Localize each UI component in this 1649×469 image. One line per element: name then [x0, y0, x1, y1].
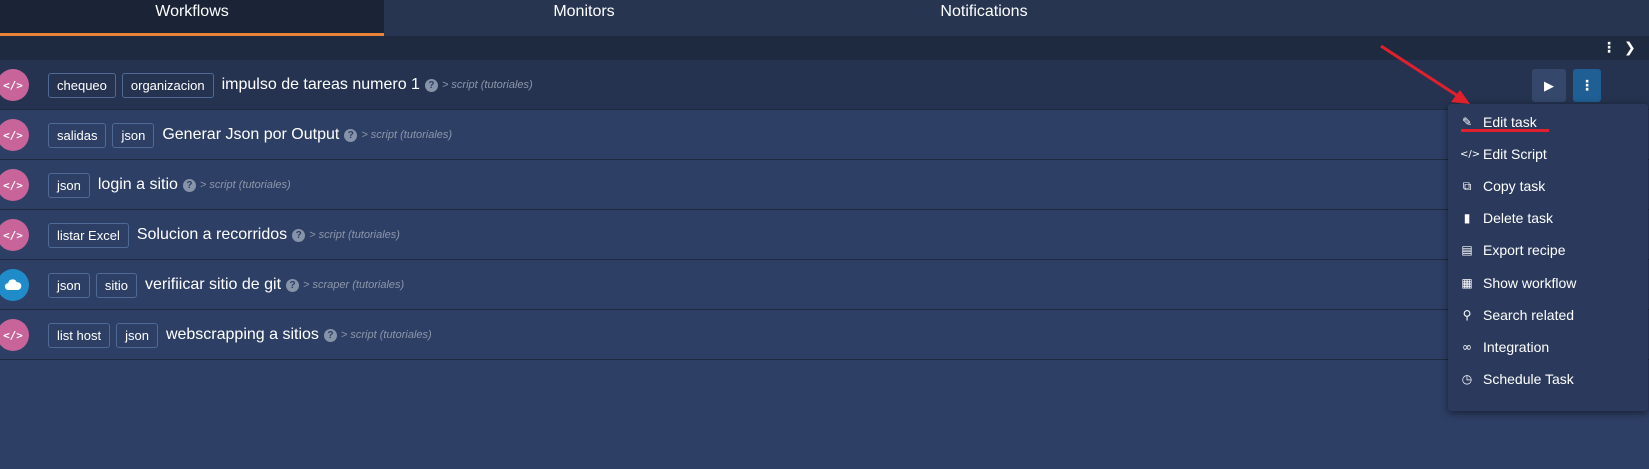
menu-item-integration[interactable]: ∞ Integration [1448, 332, 1648, 362]
task-content: listar Excel Solucion a recorridos ? > s… [48, 210, 400, 260]
task-type: > script (tutoriales) [199, 179, 291, 191]
task-type: > script (tutoriales) [309, 229, 400, 241]
task-tag[interactable]: organizacion [121, 72, 214, 98]
task-row[interactable]: json sitio verifiicar sitio de git ? > s… [0, 260, 1649, 310]
task-tag[interactable]: sitio [95, 272, 137, 298]
menu-item-label: Search related [1483, 307, 1575, 323]
menu-item-label: Schedule Task [1483, 371, 1574, 387]
menu-item-schedule-task[interactable]: ◷ Schedule Task [1448, 364, 1648, 394]
task-tag[interactable]: json [116, 322, 158, 348]
cloud-icon [0, 269, 29, 301]
menu-item-label: Edit task [1483, 114, 1537, 130]
task-tag[interactable]: list host [48, 322, 111, 348]
task-name[interactable]: Generar Json por Output [162, 126, 339, 144]
clock-icon: ◷ [1461, 372, 1473, 386]
edit-icon: ✎ [1461, 115, 1473, 129]
task-name[interactable]: impulso de tareas numero 1 [222, 76, 420, 94]
task-row[interactable]: </> salidas json Generar Json por Output… [0, 110, 1649, 160]
menu-item-label: Export recipe [1483, 242, 1566, 258]
cloud-shape [4, 279, 22, 291]
task-content: chequeo organizacion impulso de tareas n… [48, 60, 533, 110]
top-tab-bar: Workflows Monitors Notifications [0, 0, 1649, 36]
task-content: json sitio verifiicar sitio de git ? > s… [48, 260, 404, 310]
task-content: json login a sitio ? > script (tutoriale… [48, 160, 291, 210]
menu-item-copy-task[interactable]: ⧉ Copy task [1448, 171, 1648, 201]
code-icon: </> [0, 219, 29, 251]
tab-notifications[interactable]: Notifications [784, 0, 1184, 36]
list-toolbar: ⋮ ❯ [0, 36, 1649, 60]
search-icon: ⚲ [1462, 308, 1472, 322]
file-code-icon: ▤ [1461, 243, 1473, 257]
menu-item-search-related[interactable]: ⚲ Search related [1448, 300, 1648, 330]
task-tag[interactable]: json [48, 172, 90, 198]
code-icon: </> [0, 169, 29, 201]
code-icon: </> [0, 69, 29, 101]
task-tag[interactable]: json [112, 122, 155, 148]
help-icon[interactable]: ? [344, 128, 358, 142]
sitemap-icon: ▦ [1461, 276, 1473, 290]
task-type: > scraper (tutoriales) [303, 279, 405, 291]
task-type: > script (tutoriales) [441, 79, 533, 91]
help-icon[interactable]: ? [286, 278, 300, 292]
menu-item-edit-script[interactable]: </> Edit Script [1448, 139, 1648, 169]
task-row[interactable]: </> json login a sitio ? > script (tutor… [0, 160, 1649, 210]
tab-monitors[interactable]: Monitors [384, 0, 784, 36]
menu-item-label: Integration [1483, 339, 1550, 355]
help-icon[interactable]: ? [424, 78, 438, 92]
code-icon: </> [0, 319, 29, 351]
task-tag[interactable]: salidas [48, 122, 107, 148]
menu-item-show-workflow[interactable]: ▦ Show workflow [1448, 268, 1648, 298]
task-name[interactable]: login a sitio [98, 176, 178, 194]
menu-item-label: Delete task [1483, 210, 1554, 226]
help-icon[interactable]: ? [182, 178, 196, 192]
task-tag[interactable]: listar Excel [48, 222, 129, 248]
menu-item-label: Copy task [1483, 178, 1546, 194]
code-icon: </> [0, 119, 29, 151]
chevron-right-icon[interactable]: ❯ [1624, 39, 1636, 56]
task-context-menu: ✎ Edit task </> Edit Script ⧉ Copy task … [1448, 104, 1648, 411]
menu-item-export-recipe[interactable]: ▤ Export recipe [1448, 235, 1648, 265]
task-tag[interactable]: chequeo [48, 72, 116, 98]
more-options-button[interactable]: ⋮ [1573, 69, 1601, 102]
play-icon: ▶ [1544, 77, 1554, 93]
task-row[interactable]: </> listar Excel Solucion a recorridos ?… [0, 210, 1649, 260]
task-type: > script (tutoriales) [340, 329, 432, 341]
code-icon: </> [1460, 148, 1481, 160]
vertical-ellipsis-icon: ⋮ [1580, 77, 1594, 93]
menu-item-label: Edit Script [1483, 146, 1547, 162]
task-name[interactable]: Solucion a recorridos [137, 226, 287, 244]
task-content: list host json webscrapping a sitios ? >… [48, 310, 432, 360]
help-icon[interactable]: ? [323, 328, 337, 342]
play-button[interactable]: ▶ [1532, 69, 1566, 102]
annotation-underline [1461, 129, 1549, 132]
help-icon[interactable]: ? [292, 228, 306, 242]
task-tag[interactable]: json [48, 272, 90, 298]
task-row[interactable]: </> list host json webscrapping a sitios… [0, 310, 1649, 360]
task-row[interactable]: </> chequeo organizacion impulso de tare… [0, 60, 1649, 110]
task-list: </> chequeo organizacion impulso de tare… [0, 60, 1649, 360]
link-icon: ∞ [1462, 340, 1472, 354]
tab-workflows[interactable]: Workflows [0, 0, 384, 36]
vertical-ellipsis-icon[interactable]: ⋮ [1602, 39, 1616, 56]
task-name[interactable]: verifiicar sitio de git [145, 276, 281, 294]
menu-item-edit-task[interactable]: ✎ Edit task [1448, 107, 1648, 137]
task-name[interactable]: webscrapping a sitios [166, 326, 319, 344]
task-content: salidas json Generar Json por Output ? >… [48, 110, 452, 160]
menu-item-label: Show workflow [1483, 275, 1577, 291]
menu-item-delete-task[interactable]: ▮ Delete task [1448, 203, 1648, 233]
task-type: > script (tutoriales) [361, 129, 453, 141]
trash-icon: ▮ [1463, 211, 1471, 225]
copy-icon: ⧉ [1462, 178, 1472, 193]
